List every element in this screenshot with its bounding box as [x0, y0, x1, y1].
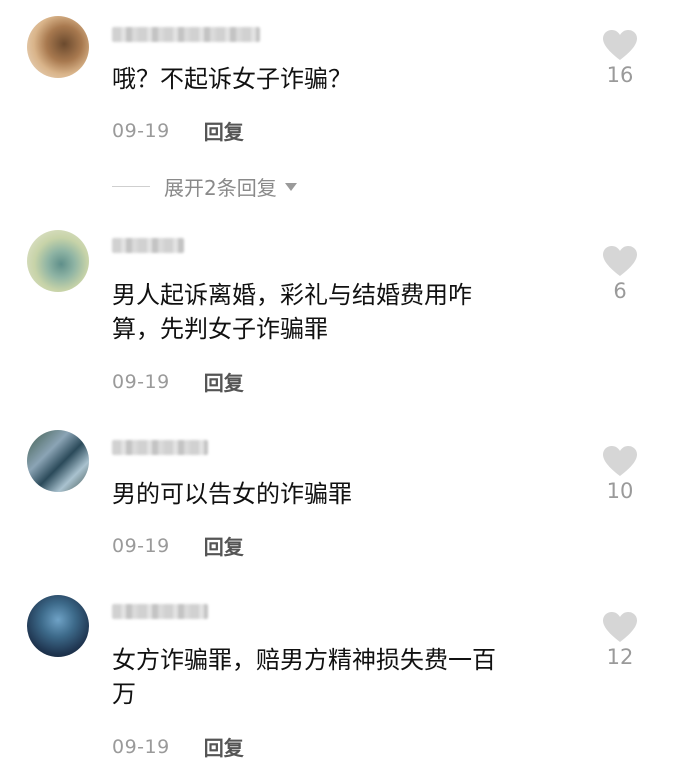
comment-date: 09-19 [112, 534, 170, 557]
reply-button[interactable]: 回复 [204, 116, 244, 145]
avatar[interactable] [27, 230, 89, 292]
like-button[interactable]: 16 [592, 30, 648, 87]
comment-text: 哦？不起诉女子诈骗？ [112, 65, 352, 93]
comment-text: 女方诈骗罪，赔男方精神损失费一百 万 [112, 646, 496, 708]
username-blurred[interactable] [112, 238, 184, 253]
comment-text: 男人起诉离婚，彩礼与结婚费用咋 算，先判女子诈骗罪 [112, 281, 472, 343]
expand-replies-button[interactable]: 展开2条回复 [112, 172, 297, 201]
heart-icon [603, 612, 637, 642]
comment-date: 09-19 [112, 735, 170, 758]
username-blurred[interactable] [112, 27, 260, 42]
heart-icon [603, 446, 637, 476]
reply-button[interactable]: 回复 [204, 531, 244, 560]
like-button[interactable]: 10 [592, 446, 648, 503]
chevron-down-icon [284, 182, 297, 191]
heart-icon [603, 30, 637, 60]
like-count: 12 [606, 645, 634, 669]
username-blurred[interactable] [112, 604, 208, 619]
reply-button[interactable]: 回复 [204, 732, 244, 761]
heart-icon [603, 246, 637, 276]
comment-text: 男的可以告女的诈骗罪 [112, 480, 352, 508]
comment-meta: 09-19 回复 [112, 531, 244, 560]
avatar[interactable] [27, 430, 89, 492]
comment-meta: 09-19 回复 [112, 732, 244, 761]
expand-replies-label: 展开2条回复 [164, 176, 277, 200]
avatar[interactable] [27, 16, 89, 78]
like-count: 16 [606, 63, 634, 87]
reply-button[interactable]: 回复 [204, 367, 244, 396]
comment-meta: 09-19 回复 [112, 116, 244, 145]
like-count: 10 [606, 479, 634, 503]
like-button[interactable]: 6 [592, 246, 648, 303]
comment-date: 09-19 [112, 119, 170, 142]
divider-line [112, 186, 150, 187]
like-count: 6 [613, 279, 627, 303]
comment-date: 09-19 [112, 370, 170, 393]
like-button[interactable]: 12 [592, 612, 648, 669]
avatar[interactable] [27, 595, 89, 657]
username-blurred[interactable] [112, 440, 208, 455]
comment-meta: 09-19 回复 [112, 367, 244, 396]
